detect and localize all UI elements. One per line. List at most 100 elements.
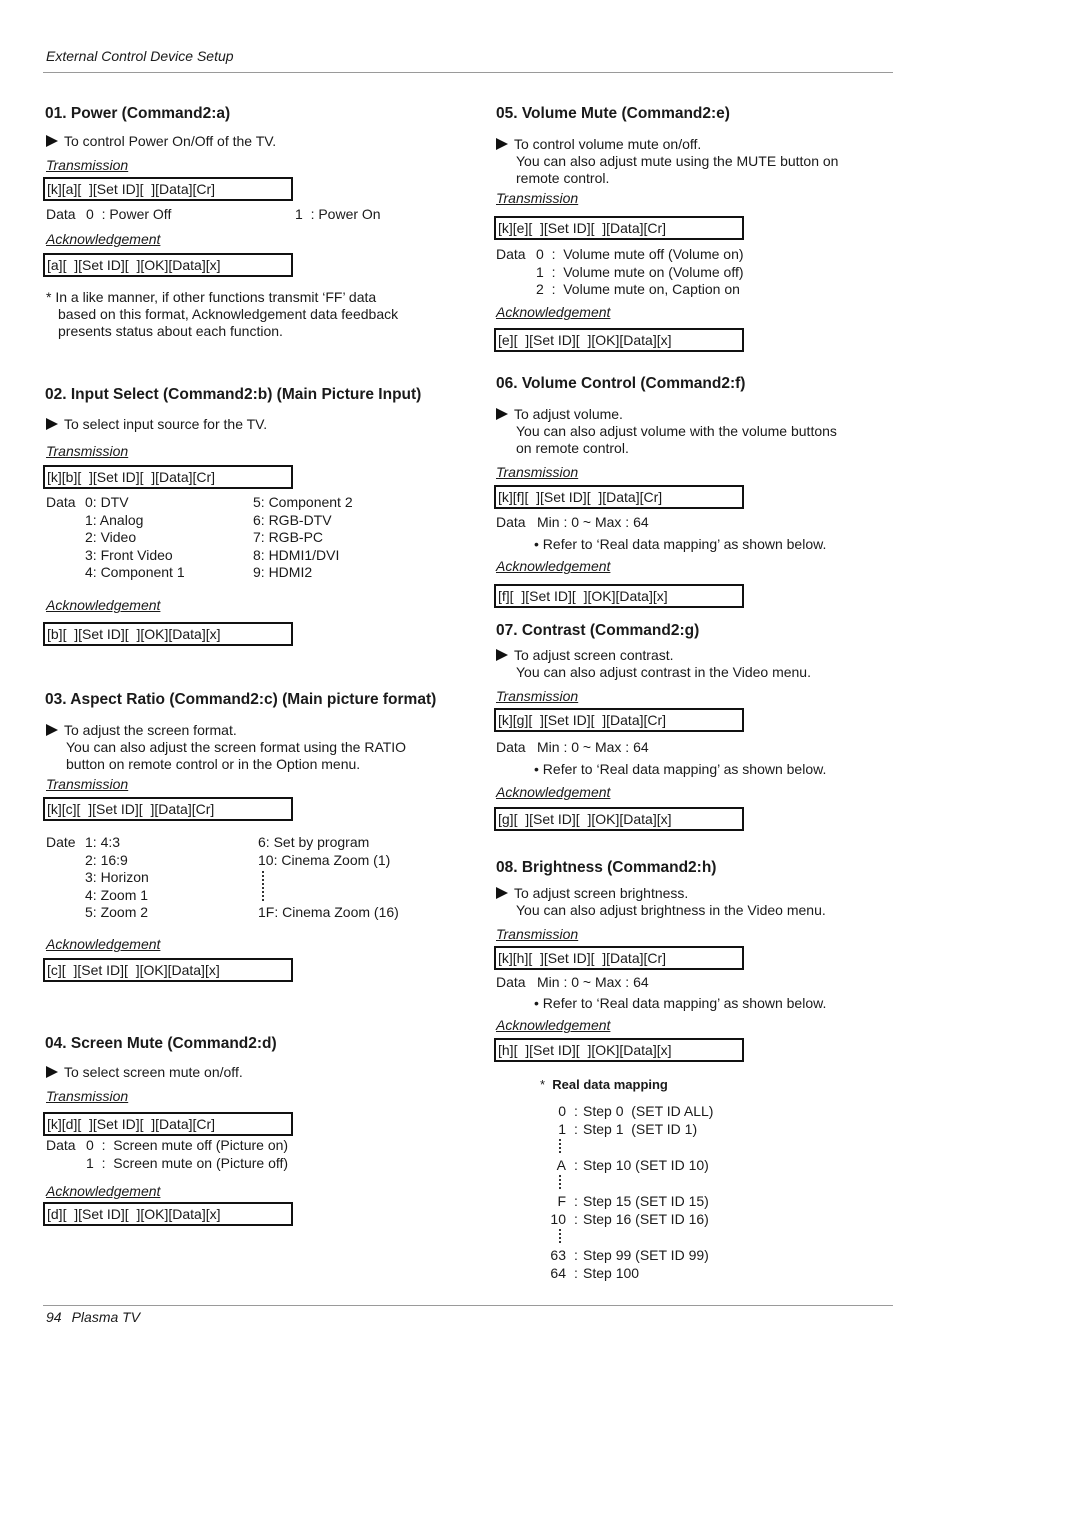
ellipsis-dots	[559, 1229, 561, 1243]
data-value: 0: DTV	[85, 494, 129, 510]
data-value: 4: Component 1	[85, 564, 185, 580]
data-prefix: Data	[496, 246, 526, 262]
data-range: Min : 0 ~ Max : 64	[537, 514, 649, 530]
acknowledgement-label: Acknowledgement	[46, 597, 161, 613]
transmission-label: Transmission	[496, 688, 579, 704]
data-value: 1: Analog	[85, 511, 144, 528]
data-prefix: Data	[496, 739, 526, 755]
header-divider	[43, 72, 893, 73]
mapping-separator: :	[574, 1265, 578, 1281]
transmission-label: Transmission	[46, 776, 129, 792]
arrow-right-icon	[496, 408, 508, 420]
data-value: 3: Horizon	[85, 869, 149, 885]
data-value: 2: Video	[85, 529, 137, 545]
bullet-icon: •	[534, 536, 539, 552]
section-title: 01. Power (Command2:a)	[45, 105, 231, 122]
section-description: To adjust screen brightness. You can als…	[496, 885, 826, 919]
mapping-value: Step 100	[583, 1265, 640, 1281]
transmission-format-box: [k][b][ ][Set ID][ ][Data][Cr]	[43, 465, 293, 489]
footnote: * In a like manner, if other functions t…	[46, 289, 377, 305]
bullet-note: • Refer to ‘Real data mapping’ as shown …	[534, 761, 827, 777]
arrow-right-icon	[46, 418, 58, 430]
page-header-title: External Control Device Setup	[46, 48, 234, 64]
acknowledgement-label: Acknowledgement	[496, 784, 611, 800]
data-prefix: Data	[46, 206, 76, 222]
transmission-format-box: [k][e][ ][Set ID][ ][Data][Cr]	[494, 216, 744, 240]
mapping-separator: :	[574, 1193, 578, 1209]
bullet-icon: •	[534, 995, 539, 1011]
acknowledgement-label: Acknowledgement	[46, 231, 161, 247]
ellipsis-dots	[262, 871, 264, 901]
acknowledgement-format-box: [h][ ][Set ID][ ][OK][Data][x]	[494, 1038, 744, 1062]
arrow-right-icon	[46, 135, 58, 147]
section-title: 05. Volume Mute (Command2:e)	[496, 105, 730, 122]
section-title: 07. Contrast (Command2:g)	[496, 622, 700, 639]
data-prefix: Data	[496, 974, 526, 990]
bullet-note: • Refer to ‘Real data mapping’ as shown …	[534, 995, 827, 1011]
mapping-separator: :	[574, 1211, 578, 1227]
mapping-key: 63	[550, 1247, 566, 1263]
acknowledgement-format-box: [a][ ][Set ID][ ][OK][Data][x]	[43, 253, 293, 277]
transmission-label: Transmission	[46, 157, 129, 173]
footnote: based on this format, Acknowledgement da…	[58, 306, 399, 322]
transmission-label: Transmission	[46, 443, 129, 459]
mapping-title: * Real data mapping	[540, 1077, 668, 1092]
data-value: 6: Set by program	[258, 834, 370, 850]
transmission-label: Transmission	[46, 1088, 129, 1104]
data-value: 1 : Power On	[295, 206, 381, 222]
bullet-icon: •	[534, 761, 539, 777]
data-value: 1 : Volume mute on (Volume off)	[536, 263, 744, 280]
data-value: 6: RGB-DTV	[253, 511, 332, 528]
data-prefix: Data	[46, 494, 76, 510]
acknowledgement-format-box: [c][ ][Set ID][ ][OK][Data][x]	[43, 958, 293, 982]
data-value: 1 : Screen mute on (Picture off)	[86, 1154, 289, 1171]
transmission-format-box: [k][h][ ][Set ID][ ][Data][Cr]	[494, 946, 744, 970]
data-value: 1F: Cinema Zoom (16)	[258, 904, 399, 920]
acknowledgement-format-box: [b][ ][Set ID][ ][OK][Data][x]	[43, 622, 293, 646]
page-footer: 94 Plasma TV	[46, 1309, 150, 1325]
mapping-value: Step 1 (SET ID 1)	[583, 1121, 698, 1137]
data-value: 0 : Volume mute off (Volume on)	[536, 246, 744, 262]
arrow-right-icon	[496, 649, 508, 661]
arrow-right-icon	[496, 887, 508, 899]
mapping-separator: :	[574, 1247, 578, 1263]
bullet-note: • Refer to ‘Real data mapping’ as shown …	[534, 536, 827, 552]
mapping-separator: :	[574, 1121, 578, 1137]
data-value: 3: Front Video	[85, 546, 173, 563]
acknowledgement-label: Acknowledgement	[46, 936, 161, 952]
section-description: To control Power On/Off of the TV.	[46, 133, 276, 150]
product-name: Plasma TV	[71, 1309, 141, 1325]
section-title: 08. Brightness (Command2:h)	[496, 859, 717, 876]
data-value: 5: Component 2	[253, 494, 353, 510]
section-title: 04. Screen Mute (Command2:d)	[45, 1035, 277, 1052]
section-description: To control volume mute on/off. You can a…	[496, 136, 838, 187]
acknowledgement-label: Acknowledgement	[496, 558, 611, 574]
transmission-format-box: [k][c][ ][Set ID][ ][Data][Cr]	[43, 797, 293, 821]
data-range: Min : 0 ~ Max : 64	[537, 974, 649, 990]
section-title: 03. Aspect Ratio (Command2:c) (Main pict…	[45, 691, 437, 708]
mapping-key: F	[557, 1193, 566, 1209]
mapping-key: 1	[558, 1121, 566, 1137]
data-prefix: Data	[46, 1137, 76, 1153]
mapping-key: 10	[550, 1211, 566, 1227]
page-number: 94	[46, 1309, 62, 1325]
transmission-label: Transmission	[496, 464, 579, 480]
transmission-label: Transmission	[496, 926, 579, 942]
data-value: 4: Zoom 1	[85, 886, 149, 903]
data-prefix: Date	[46, 834, 76, 850]
data-value: 1: 4:3	[85, 834, 121, 850]
mapping-value: Step 15 (SET ID 15)	[583, 1193, 709, 1209]
mapping-key: A	[556, 1157, 566, 1173]
ellipsis-dots	[559, 1139, 561, 1153]
mapping-separator: :	[574, 1157, 578, 1173]
data-value: 0 : Screen mute off (Picture on)	[86, 1137, 289, 1153]
data-value: 0 : Power Off	[86, 206, 172, 222]
transmission-label: Transmission	[496, 190, 579, 206]
section-title: 02. Input Select (Command2:b) (Main Pict…	[45, 386, 422, 403]
data-value: 5: Zoom 2	[85, 904, 149, 920]
arrow-right-icon	[46, 724, 58, 736]
acknowledgement-label: Acknowledgement	[496, 304, 611, 320]
transmission-format-box: [k][a][ ][Set ID][ ][Data][Cr]	[43, 177, 293, 201]
footnote: presents status about each function.	[58, 323, 283, 339]
transmission-format-box: [k][g][ ][Set ID][ ][Data][Cr]	[494, 708, 744, 732]
